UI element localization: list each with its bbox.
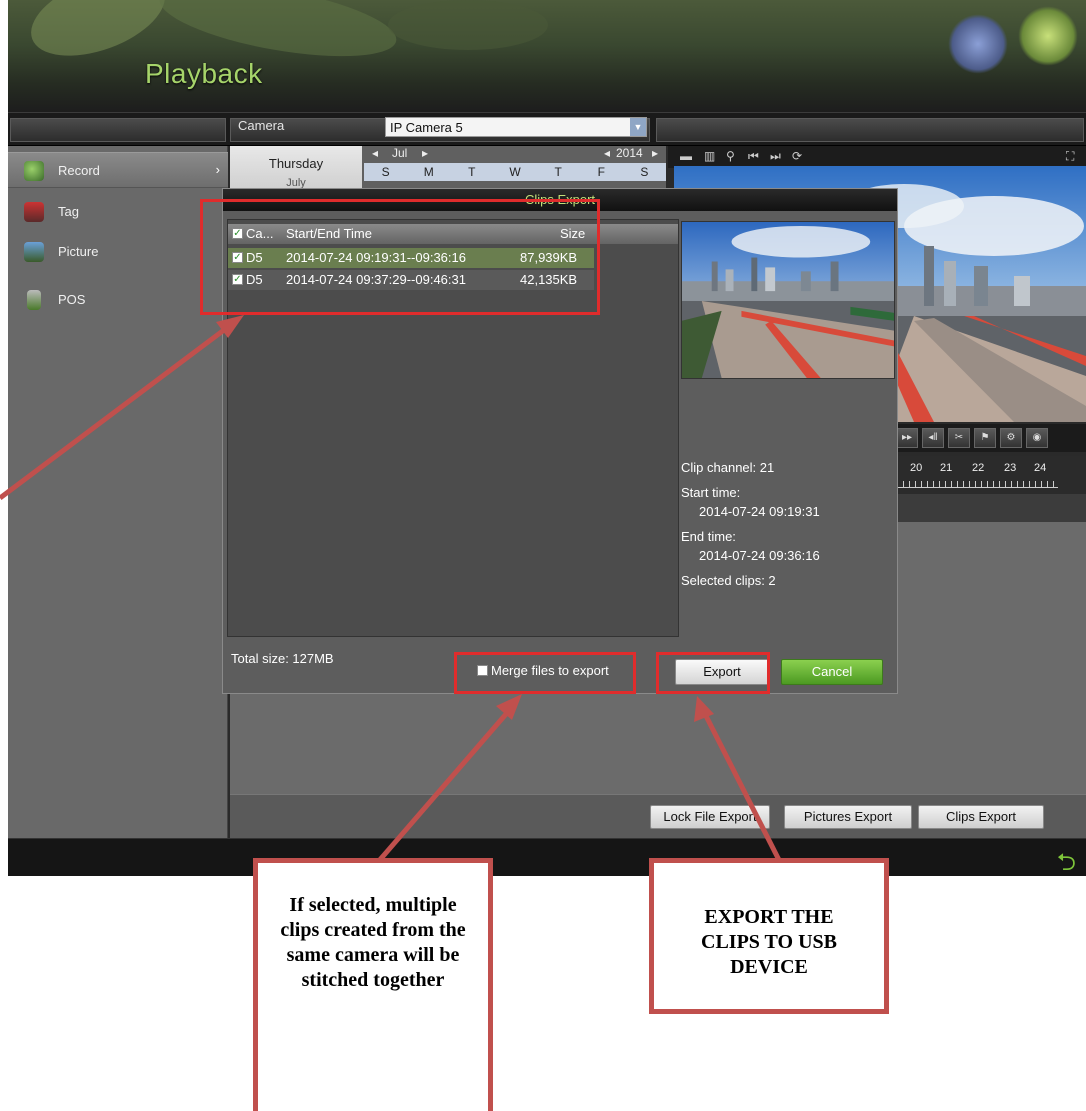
sidebar-header [10,118,226,142]
calendar-day-name: Thursday [268,156,324,171]
end-time-label: End time: [681,529,736,544]
prev-month-icon[interactable]: ◂ [372,146,378,160]
skip-back-icon[interactable]: ⏮ [748,149,759,164]
status-bar: ⮌ [8,838,1086,876]
delete-icon[interactable]: ▥ [704,149,715,163]
cancel-button[interactable]: Cancel [781,659,883,685]
sidebar: Record › Tag Picture POS [8,146,228,838]
weekday: T [554,165,562,179]
prev-year-icon[interactable]: ◂ [604,146,610,160]
weekday: M [423,165,434,179]
timeline-ruler [898,478,1058,488]
snapshot-icon[interactable]: ◉ [1026,428,1048,448]
lock-file-export-button[interactable]: Lock File Export [650,805,770,829]
camera-select[interactable]: IP Camera 5 ▼ [385,117,647,137]
calendar: Thursday July ◂ Jul ▸ ◂ 2014 ▸ S M T W T… [230,146,666,190]
weekday: S [640,165,649,179]
back-icon[interactable]: ⮌ [1057,845,1076,876]
skip-forward-icon[interactable]: ⏭ [770,149,781,164]
camera-select-value: IP Camera 5 [390,120,463,135]
merge-highlight [454,652,636,694]
weekday: F [597,165,605,179]
sidebar-item-label: Record [58,163,100,178]
timeline[interactable]: 20 21 22 23 24 [892,456,1086,494]
sidebar-item-picture[interactable]: Picture [8,234,228,270]
clips-export-button[interactable]: Clips Export [918,805,1044,829]
timeline-tick: 23 [1004,462,1017,474]
end-time-value: 2014-07-24 09:36:16 [699,548,820,563]
weekday: S [381,165,390,179]
timeline-tick: 24 [1034,462,1047,474]
record-icon [24,161,44,181]
weekday: T [468,165,476,179]
header-banner: Playback [8,0,1086,112]
start-time-label: Start time: [681,485,741,500]
export-highlight [656,652,770,694]
camera-label: Camera [238,118,285,133]
pos-icon [27,290,41,310]
sidebar-item-label: Tag [58,204,79,219]
settings-icon[interactable]: ⚙ [1000,428,1022,448]
timeline-tick: 21 [940,462,953,474]
sidebar-item-tag[interactable]: Tag [8,194,228,230]
calendar-weekdays: S M T W T F S [364,163,666,181]
picture-icon [24,242,44,262]
timeline-track [892,494,1086,522]
player-header [656,118,1084,142]
timeline-tick: 20 [910,462,923,474]
zoom-icon[interactable]: ⚲ [726,149,735,163]
sidebar-item-pos[interactable]: POS [8,282,228,318]
calendar-nav: ◂ Jul ▸ ◂ 2014 ▸ [364,146,666,163]
timeline-tick: 22 [972,462,985,474]
playback-controls: ▸▸ ◂‖ ✂ ⚑ ⚙ ◉ [892,424,1086,452]
clip-icon[interactable]: ✂ [948,428,970,448]
fast-forward-icon[interactable]: ▸▸ [896,428,918,448]
clip-info: Clip channel: 21 Start time: 2014-07-24 … [681,459,895,597]
merge-callout: If selected, multiple clips created from… [253,858,493,1111]
player-toolbar: ▬ ▥ ⚲ ⏮ ⏭ ⟳ ⛶ [668,146,1086,168]
app-title: Playback [145,58,263,89]
camera-switch-icon[interactable]: ⟳ [792,149,802,163]
layout-icon[interactable]: ▬ [680,149,692,163]
clip-channel: Clip channel: 21 [681,460,775,475]
selected-clips: Selected clips: 2 [681,573,776,588]
calendar-year: 2014 [616,146,643,160]
tag-icon [24,202,44,222]
chevron-right-icon: › [215,162,220,177]
clip-list-highlight [200,199,600,315]
playback-window: Playback Camera IP Camera 5 ▼ Record › T… [8,0,1086,876]
clip-preview [681,221,895,379]
total-size: Total size: 127MB [231,651,334,666]
tag-add-icon[interactable]: ⚑ [974,428,996,448]
calendar-day: Thursday July [230,146,362,190]
fullscreen-icon[interactable]: ⛶ [1066,149,1074,164]
slow-icon[interactable]: ◂‖ [922,428,944,448]
start-time-value: 2014-07-24 09:19:31 [699,504,820,519]
weekday: W [509,165,521,179]
chevron-down-icon[interactable]: ▼ [630,118,646,136]
next-year-icon[interactable]: ▸ [652,146,658,160]
pictures-export-button[interactable]: Pictures Export [784,805,912,829]
sidebar-item-label: POS [58,292,86,307]
export-callout: EXPORT THE CLIPS TO USB DEVICE [649,858,889,1014]
next-month-icon[interactable]: ▸ [422,146,428,160]
sidebar-item-label: Picture [58,244,99,259]
calendar-month: Jul [392,146,408,160]
sidebar-item-record[interactable]: Record › [8,152,228,188]
